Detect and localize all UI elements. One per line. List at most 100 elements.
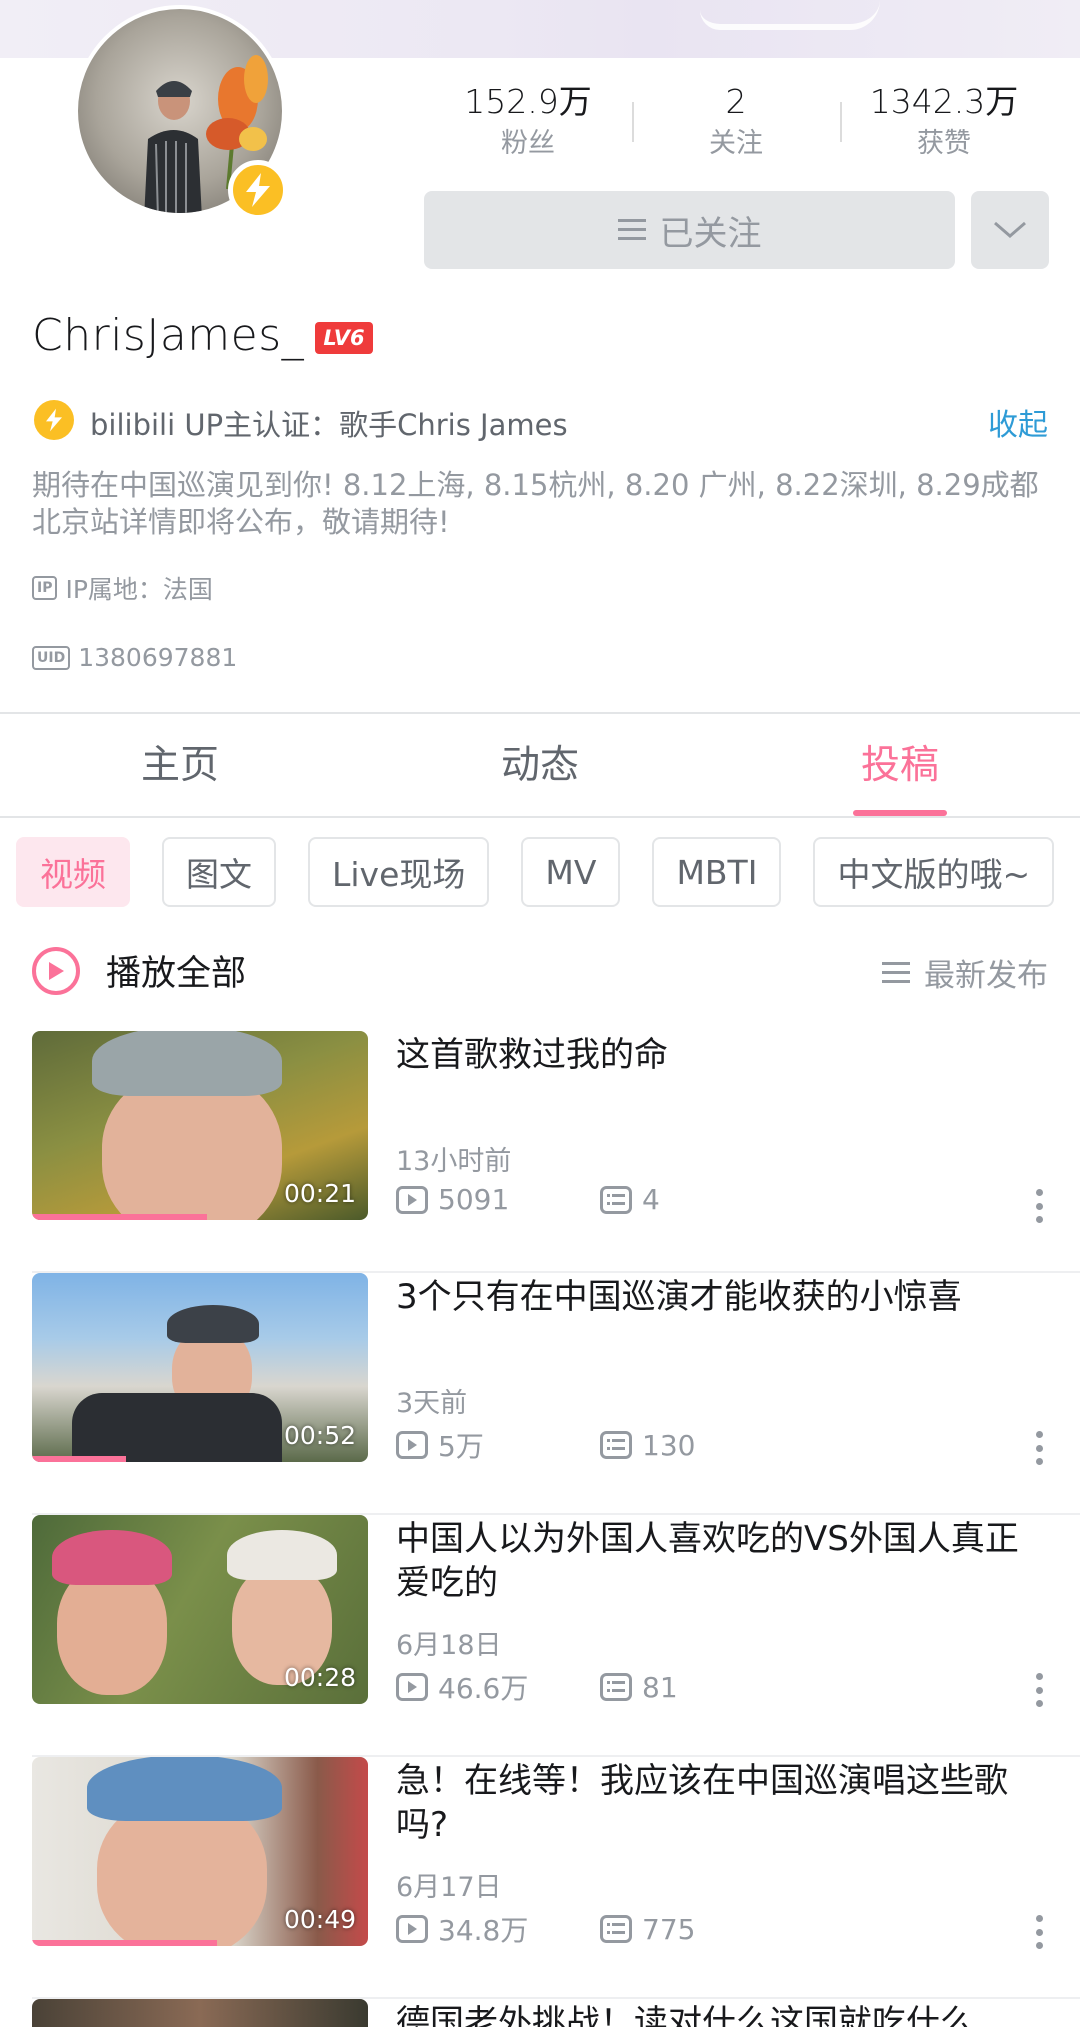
more-options-icon[interactable] [1036, 1673, 1044, 1707]
view-count-text: 46.6万 [438, 1672, 529, 1705]
chip-mbti[interactable]: MBTI [652, 837, 782, 907]
bio-line: 期待在中国巡演见到你! 8.12上海, 8.15杭州, 8.20 广州, 8.2… [32, 468, 1039, 502]
video-item[interactable]: 00:28 中国人以为外国人喜欢吃的VS外国人真正爱吃的 6月18日 46.6万… [0, 1515, 1080, 1757]
uid-icon: UID [32, 645, 71, 670]
video-item[interactable]: 00:49 急！在线等！我应该在中国巡演唱这些歌吗? 6月17日 34.8万 7… [0, 1757, 1080, 1999]
comment-icon [600, 1431, 632, 1459]
bio-line: 北京站详情即将公布，敬请期待! [32, 505, 450, 539]
chip-live[interactable]: Live现场 [308, 837, 490, 907]
stat-value: 2 [725, 82, 747, 121]
sort-icon [882, 961, 910, 983]
menu-icon [617, 219, 646, 240]
video-date: 6月17日 [396, 1872, 502, 1903]
comment-count: 4 [600, 1183, 804, 1216]
stat-following[interactable]: 2 关注 [632, 80, 840, 170]
stat-label: 粉丝 [501, 128, 555, 159]
more-options-icon[interactable] [1036, 1189, 1044, 1223]
chip-chinese-version[interactable]: 中文版的哦~ [813, 837, 1055, 907]
comment-count: 775 [600, 1913, 804, 1946]
video-item[interactable]: 00:21 这首歌救过我的命 13小时前 5091 4 [0, 1031, 1080, 1273]
comment-count-text: 130 [642, 1428, 696, 1462]
play-icon [32, 946, 80, 995]
profile-tabs: 主页 动态 投稿 [0, 714, 1080, 818]
ip-location-text: IP属地：法国 [65, 575, 213, 604]
stat-label: 关注 [709, 128, 763, 159]
play-count-icon [396, 1185, 428, 1214]
stat-label: 获赞 [917, 128, 971, 159]
comment-count-text: 81 [642, 1670, 678, 1704]
comment-icon [600, 1185, 632, 1214]
video-stats: 46.6万 81 [396, 1667, 804, 1707]
level-badge: LV6 [315, 322, 373, 354]
video-thumbnail[interactable]: 00:28 [32, 1515, 368, 1704]
video-date: 6月18日 [396, 1630, 502, 1661]
play-all-button[interactable]: 播放全部 [32, 945, 246, 996]
video-thumbnail[interactable] [32, 1999, 368, 2027]
followed-button-label: 已关注 [659, 213, 762, 254]
view-count-text: 5091 [438, 1183, 510, 1216]
stat-followers[interactable]: 152.9万 粉丝 [424, 80, 632, 170]
video-title[interactable]: 急！在线等！我应该在中国巡演唱这些歌吗? [396, 1759, 1046, 1847]
comment-count: 130 [600, 1429, 804, 1462]
play-all-label: 播放全部 [106, 954, 247, 994]
profile-stats: 152.9万 粉丝 2 关注 1342.3万 获赞 [424, 80, 1048, 170]
sort-label: 最新发布 [924, 958, 1048, 994]
video-title[interactable]: 3个只有在中国巡演才能收获的小惊喜 [396, 1275, 1046, 1319]
view-count: 5091 [396, 1183, 600, 1216]
video-stats: 5091 4 [396, 1183, 804, 1216]
video-item[interactable]: 德国老外挑战！读对什么这国就吃什么 [0, 1999, 1080, 2027]
more-options-icon[interactable] [1036, 1431, 1044, 1465]
video-title[interactable]: 这首歌救过我的命 [396, 1033, 1046, 1077]
view-count: 34.8万 [396, 1909, 600, 1949]
video-item[interactable]: 00:52 3个只有在中国巡演才能收获的小惊喜 3天前 5万 130 [0, 1273, 1080, 1515]
collapse-link[interactable]: 收起 [988, 400, 1048, 444]
certification-icon [34, 400, 74, 440]
chip-mv[interactable]: MV [521, 837, 621, 907]
ip-location: IP IP属地：法国 [32, 570, 213, 606]
watch-progress-bar [32, 1214, 207, 1220]
video-stats: 34.8万 775 [396, 1909, 804, 1949]
view-count-text: 5万 [438, 1430, 484, 1463]
tab-dynamics[interactable]: 动态 [360, 714, 720, 816]
thumbnail-cap [167, 1305, 259, 1343]
thumbnail-cap [52, 1530, 172, 1585]
tab-home[interactable]: 主页 [0, 714, 360, 816]
tab-submissions[interactable]: 投稿 [720, 714, 1080, 816]
chevron-down-icon [994, 221, 1026, 238]
lightning-icon [246, 173, 270, 207]
uid-text: 1380697881 [78, 643, 238, 672]
play-count-icon [396, 1431, 428, 1459]
video-title[interactable]: 中国人以为外国人喜欢吃的VS外国人真正爱吃的 [396, 1517, 1046, 1605]
video-thumbnail[interactable]: 00:52 [32, 1273, 368, 1462]
video-duration: 00:52 [283, 1421, 356, 1450]
video-thumbnail[interactable]: 00:21 [32, 1031, 368, 1220]
comment-icon [600, 1915, 632, 1943]
stat-likes[interactable]: 1342.3万 获赞 [840, 80, 1048, 170]
category-chips: 视频 图文 Live现场 MV MBTI 中文版的哦~ [16, 837, 1080, 907]
ip-icon: IP [32, 576, 58, 600]
video-date: 3天前 [396, 1388, 468, 1419]
video-title[interactable]: 德国老外挑战！读对什么这国就吃什么 [396, 2001, 1046, 2027]
play-count-icon [396, 1915, 428, 1943]
chip-article[interactable]: 图文 [162, 837, 276, 907]
video-duration: 00:21 [283, 1179, 356, 1208]
video-stats: 5万 130 [396, 1425, 804, 1465]
followed-button[interactable]: 已关注 [424, 191, 955, 269]
watch-progress-bar [32, 1456, 127, 1462]
banner-decoration [700, 0, 880, 30]
stat-value: 152.9万 [464, 82, 592, 121]
video-thumbnail[interactable]: 00:49 [32, 1757, 368, 1946]
avatar-person-image [144, 81, 202, 213]
video-list: 00:21 这首歌救过我的命 13小时前 5091 4 00:52 3个只有在中… [0, 1031, 1080, 1999]
view-count: 5万 [396, 1425, 600, 1465]
uid[interactable]: UID 1380697881 [32, 643, 237, 672]
thumbnail-cap [92, 1031, 282, 1096]
sort-button[interactable]: 最新发布 [882, 950, 1048, 995]
more-options-icon[interactable] [1036, 1915, 1044, 1949]
play-count-icon [396, 1673, 428, 1701]
comment-count: 81 [600, 1671, 804, 1704]
thumbnail-jacket [72, 1393, 282, 1462]
follow-options-button[interactable] [971, 191, 1049, 269]
chip-video[interactable]: 视频 [16, 837, 130, 907]
watch-progress-bar [32, 1940, 217, 1946]
